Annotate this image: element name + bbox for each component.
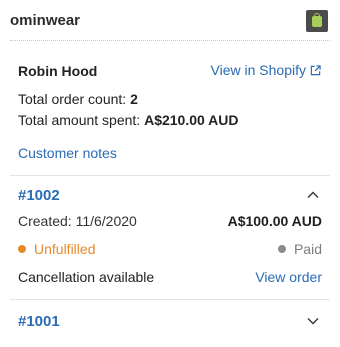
order-created-date: Created: 11/6/2020 (18, 213, 137, 229)
section-divider (10, 175, 330, 176)
order-created-row: Created: 11/6/2020 A$100.00 AUD (18, 213, 322, 229)
total-spent-label: Total amount spent: (18, 112, 141, 128)
section-divider (10, 299, 330, 300)
order-id-link[interactable]: #1002 (18, 187, 60, 204)
order-actions-row: Cancellation available View order (18, 269, 322, 285)
total-amount-spent: Total amount spent: A$210.00 AUD (18, 112, 239, 128)
total-spent-value: A$210.00 AUD (144, 112, 239, 128)
status-dot-icon (18, 245, 26, 253)
header-divider (10, 40, 330, 41)
total-order-count: Total order count: 2 (18, 91, 138, 107)
chevron-down-icon[interactable] (306, 314, 320, 328)
order-status-row: Unfulfilled Paid (18, 241, 322, 257)
status-dot-icon (277, 245, 286, 253)
order-id-link[interactable]: #1001 (18, 313, 60, 330)
cancellation-text: Cancellation available (18, 269, 155, 285)
customer-notes-link[interactable]: Customer notes (18, 145, 117, 161)
total-order-count-value: 2 (130, 91, 138, 107)
customer-name: Robin Hood (18, 63, 98, 79)
external-link-icon (310, 64, 321, 75)
chevron-up-icon[interactable] (306, 188, 320, 202)
store-name: ominwear (10, 11, 81, 29)
order-amount: A$100.00 AUD (227, 213, 322, 229)
fulfillment-status-label: Unfulfilled (34, 241, 96, 257)
view-in-shopify-link[interactable]: View in Shopify (211, 62, 321, 78)
total-order-count-label: Total order count: (18, 91, 127, 107)
fulfillment-status: Unfulfilled (18, 241, 95, 257)
shopify-app-icon[interactable] (306, 10, 328, 32)
view-order-link[interactable]: View order (255, 269, 322, 285)
payment-status-label: Paid (293, 241, 322, 257)
payment-status: Paid (277, 241, 322, 257)
shopping-bag-icon (312, 12, 322, 27)
panel-header: ominwear (10, 0, 330, 40)
view-in-shopify-label: View in Shopify (210, 62, 306, 78)
customer-panel: ominwear Robin Hood View in Shopify Tota… (0, 0, 340, 347)
